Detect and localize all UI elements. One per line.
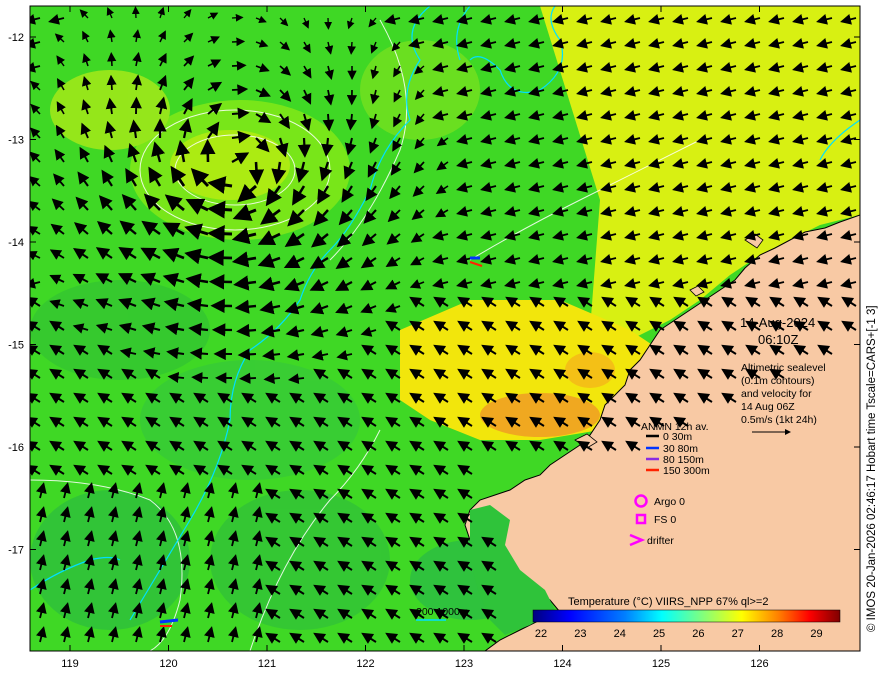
- velocity-arrow: [131, 6, 140, 19]
- description-line: 0.5m/s (1kt 24h): [741, 414, 817, 426]
- x-tick-label: 122: [356, 658, 374, 670]
- velocity-arrow: [237, 348, 257, 361]
- colorbar-tick-label: 27: [732, 628, 744, 640]
- velocity-arrow: [297, 137, 311, 158]
- legend-depth-3: 150 300m: [663, 465, 710, 477]
- credit-text: © IMOS 20-Jan-2026 02:46:17 Hobart time …: [866, 305, 878, 632]
- description-line: and velocity for: [741, 388, 812, 400]
- warm-spot-2: [565, 352, 615, 388]
- isobath-label: 200 1000m: [416, 606, 469, 618]
- map-date: 14-Aug-2024: [740, 315, 815, 330]
- legend-fs: FS 0: [654, 514, 676, 526]
- colorbar-tick-label: 24: [614, 628, 626, 640]
- description-line: 14 Aug 06Z: [741, 401, 795, 413]
- colorbar-gradient: [532, 609, 841, 623]
- colorbar-tick-label: 26: [692, 628, 704, 640]
- velocity-arrow: [207, 200, 233, 219]
- velocity-arrow: [231, 60, 247, 71]
- legend-argo: Argo 0: [654, 496, 685, 508]
- x-tick-label: 126: [750, 658, 768, 670]
- velocity-arrow: [322, 113, 335, 132]
- x-tick-label: 119: [61, 658, 79, 670]
- y-tick-label: -12: [8, 32, 24, 44]
- x-tick-label: 123: [455, 658, 473, 670]
- velocity-arrow: [231, 107, 250, 120]
- colorbar-tick-label: 28: [771, 628, 783, 640]
- y-tick-label: -16: [8, 442, 24, 454]
- velocity-arrow: [239, 372, 257, 384]
- colorbar-tick-label: 22: [535, 628, 547, 640]
- colorbar-tick-label: 25: [653, 628, 665, 640]
- velocity-arrow: [248, 161, 265, 185]
- colorbar-tick-label: 23: [574, 628, 586, 640]
- colorbar-tick-label: 29: [810, 628, 822, 640]
- velocity-arrow: [107, 52, 117, 67]
- sst-map: 119 120 121 122 123 124 125 126 -12 -13 -14 -15 -16…: [8, 5, 878, 670]
- velocity-arrow: [207, 225, 233, 243]
- y-tick-label: -13: [8, 135, 24, 147]
- velocity-arrow: [207, 249, 233, 267]
- y-tick-label: -15: [8, 340, 24, 352]
- velocity-arrow: [191, 372, 209, 384]
- legend-drifter: drifter: [647, 535, 674, 547]
- y-tick-label: -17: [8, 545, 24, 557]
- velocity-arrow: [347, 41, 356, 55]
- velocity-arrow: [106, 74, 117, 91]
- velocity-arrow: [236, 323, 257, 338]
- isobath-legend: 200 1000m: [416, 606, 469, 621]
- x-tick-label: 121: [258, 658, 276, 670]
- map-time: 06:10Z: [758, 332, 799, 347]
- x-tick-label: 124: [553, 658, 571, 670]
- velocity-arrow: [231, 37, 246, 47]
- y-tick-label: -14: [8, 237, 24, 249]
- velocity-arrow: [189, 347, 209, 360]
- description-line: Altimetric sealevel: [741, 362, 826, 374]
- x-tick-label: 120: [159, 658, 177, 670]
- colorbar-title: Temperature (°C) VIIRS_NPP 67% ql>=2: [568, 596, 768, 608]
- description-line: (0.1m contours): [741, 375, 815, 387]
- velocity-arrow: [263, 372, 281, 385]
- legend-depth-0: 0 30m: [663, 431, 692, 443]
- x-tick-label: 125: [652, 658, 670, 670]
- velocity-arrow: [231, 13, 244, 22]
- velocity-arrow: [231, 84, 249, 96]
